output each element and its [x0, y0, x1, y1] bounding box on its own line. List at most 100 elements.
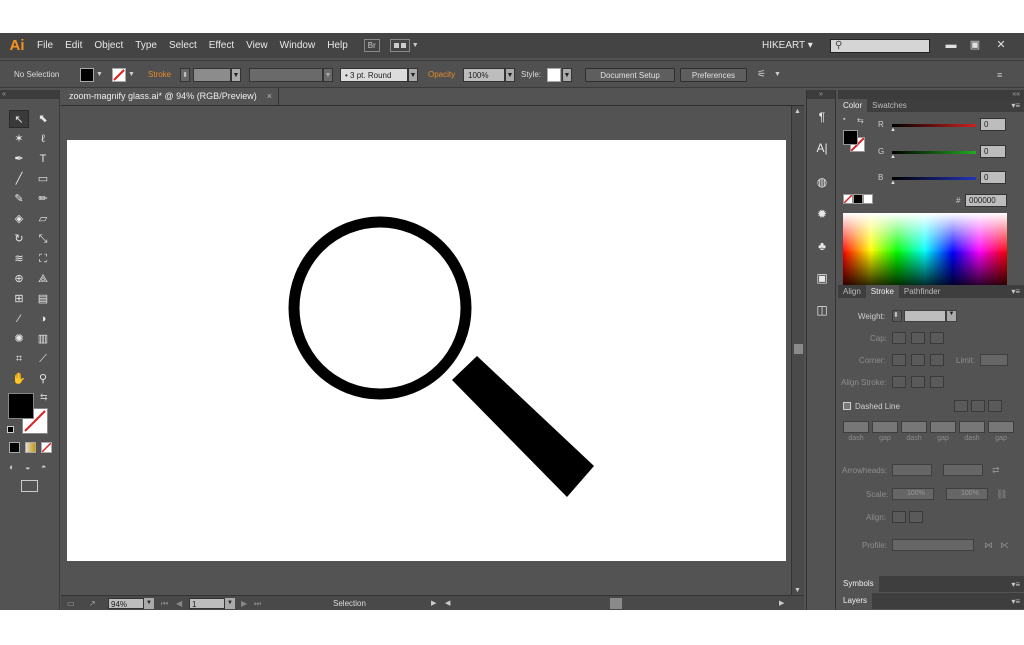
artboard-tool-icon[interactable]: ⌗: [9, 350, 29, 368]
perspective-grid-tool-icon[interactable]: ⟁: [33, 270, 53, 288]
none-mode-icon[interactable]: [41, 442, 52, 453]
default-fill-stroke-icon[interactable]: [7, 426, 14, 433]
blue-value[interactable]: 0: [980, 171, 1006, 184]
flip-along-icon[interactable]: ⋈: [984, 540, 993, 551]
vertical-scroll-thumb[interactable]: [794, 344, 803, 354]
hex-value[interactable]: 000000: [965, 194, 1007, 207]
menu-window[interactable]: Window: [274, 40, 322, 51]
red-value[interactable]: 0: [980, 118, 1006, 131]
arrange-documents-icon[interactable]: [389, 39, 410, 52]
variable-width-field[interactable]: [249, 68, 323, 82]
red-slider-handle[interactable]: ▲: [890, 127, 896, 133]
magnifier-handle[interactable]: [452, 356, 594, 497]
none-color-icon[interactable]: [843, 194, 853, 204]
menu-view[interactable]: View: [240, 40, 274, 51]
reset-colors-icon[interactable]: ▪: [843, 116, 845, 123]
green-slider-handle[interactable]: ▲: [890, 154, 896, 160]
opacity-field[interactable]: 100%: [463, 68, 505, 82]
hand-tool-icon[interactable]: ✋: [9, 370, 29, 388]
scroll-up-icon[interactable]: ▲: [794, 108, 801, 115]
variable-width-dropdown[interactable]: ▼: [323, 68, 333, 82]
first-artboard-icon[interactable]: ⏮: [161, 598, 168, 609]
symbols-panel[interactable]: Symbols ▾≡: [838, 576, 1024, 592]
menu-type[interactable]: Type: [129, 40, 163, 51]
minimize-icon[interactable]: ▬: [938, 36, 964, 54]
arrange-icon[interactable]: ⚟: [757, 68, 766, 82]
fill-dropdown-icon[interactable]: ▼: [96, 68, 103, 82]
stroke-label[interactable]: Stroke: [148, 68, 171, 82]
brushes-icon[interactable]: ✹: [812, 204, 832, 224]
style-dropdown[interactable]: ▼: [562, 68, 572, 82]
fill-color-box[interactable]: [8, 393, 34, 419]
paragraph-icon[interactable]: ¶: [812, 107, 832, 127]
bridge-button[interactable]: Br: [363, 39, 380, 52]
brush-dropdown[interactable]: ▼: [408, 68, 418, 82]
previous-artboard-icon[interactable]: ◀: [176, 598, 182, 609]
green-slider[interactable]: [892, 151, 976, 154]
green-value[interactable]: 0: [980, 145, 1006, 158]
direct-selection-tool-icon[interactable]: ⬉: [33, 110, 53, 128]
appearance-icon[interactable]: ◍: [812, 172, 832, 192]
arrow-extend-icon[interactable]: [892, 511, 906, 523]
draw-behind-icon[interactable]: ◒: [25, 462, 36, 473]
line-tool-icon[interactable]: ╱: [9, 170, 29, 188]
color-mode-icon[interactable]: [9, 442, 20, 453]
profile-select[interactable]: [892, 539, 974, 551]
magic-wand-tool-icon[interactable]: ✶: [9, 130, 29, 148]
arrange-dropdown-icon[interactable]: ▼: [774, 68, 781, 82]
dashed-line-checkbox[interactable]: [843, 402, 851, 410]
dash-2-field[interactable]: [901, 421, 927, 433]
panel-options-icon[interactable]: ≡: [997, 68, 1002, 82]
eraser-tool-icon[interactable]: ▱: [33, 210, 53, 228]
panel-collapse-icon[interactable]: ««: [838, 90, 1024, 99]
free-transform-tool-icon[interactable]: ⛶: [33, 250, 53, 268]
start-arrowhead-select[interactable]: [892, 464, 932, 476]
lasso-tool-icon[interactable]: ℓ: [33, 130, 53, 148]
white-color-chip[interactable]: [863, 194, 873, 204]
share-icon[interactable]: ↗: [89, 598, 96, 609]
menu-help[interactable]: Help: [321, 40, 354, 51]
stroke-weight-dropdown[interactable]: ▼: [231, 68, 241, 82]
pencil-tool-icon[interactable]: ✏: [33, 190, 53, 208]
shape-builder-tool-icon[interactable]: ⊕: [9, 270, 29, 288]
style-swatch[interactable]: [547, 68, 561, 82]
maximize-icon[interactable]: ▣: [962, 36, 988, 54]
gradient-tool-icon[interactable]: ▤: [33, 290, 53, 308]
dock-header[interactable]: »: [807, 90, 835, 99]
tab-color[interactable]: Color: [838, 99, 868, 112]
selection-tool-icon[interactable]: ↖: [9, 110, 29, 128]
paintbrush-tool-icon[interactable]: ✎: [9, 190, 29, 208]
gradient-mode-icon[interactable]: [25, 442, 36, 453]
menu-effect[interactable]: Effect: [203, 40, 240, 51]
dash-preserve-icon[interactable]: [954, 400, 968, 412]
color-panel-menu-icon[interactable]: ▾≡: [1011, 101, 1020, 110]
symbol-sprayer-tool-icon[interactable]: ✺: [9, 330, 29, 348]
blob-brush-tool-icon[interactable]: ◈: [9, 210, 29, 228]
scroll-down-icon[interactable]: ▼: [794, 587, 801, 594]
zoom-field[interactable]: 94%: [108, 598, 144, 609]
column-graph-tool-icon[interactable]: ▥: [33, 330, 53, 348]
rectangle-tool-icon[interactable]: ▭: [33, 170, 53, 188]
mesh-tool-icon[interactable]: ⊞: [9, 290, 29, 308]
fill-swatch[interactable]: [80, 68, 94, 82]
menu-file[interactable]: File: [31, 40, 59, 51]
graphic-styles-icon[interactable]: ▣: [812, 268, 832, 288]
link-scale-icon[interactable]: ⛓: [996, 489, 1007, 500]
miter-join-icon[interactable]: [892, 354, 906, 366]
canvas-area[interactable]: ▲ ▼: [61, 105, 804, 596]
artboard-number-field[interactable]: 1: [189, 598, 225, 609]
stroke-stepper[interactable]: ⬍: [180, 68, 190, 82]
swap-fill-stroke-icon[interactable]: ⇆: [40, 392, 48, 403]
artboard-dropdown[interactable]: ▼: [225, 598, 235, 609]
end-arrowhead-select[interactable]: [943, 464, 983, 476]
menu-edit[interactable]: Edit: [59, 40, 88, 51]
scale-tool-icon[interactable]: ⤡: [33, 230, 53, 248]
pen-tool-icon[interactable]: ✒: [9, 150, 29, 168]
round-cap-icon[interactable]: [911, 332, 925, 344]
tab-layers[interactable]: Layers: [838, 593, 873, 609]
close-icon[interactable]: ✕: [988, 36, 1014, 54]
eyedropper-tool-icon[interactable]: ⁄: [9, 310, 29, 328]
swap-arrowheads-icon[interactable]: ⇄: [992, 465, 1000, 476]
magnifier-lens[interactable]: [288, 216, 472, 400]
color-spectrum[interactable]: [843, 213, 1007, 293]
